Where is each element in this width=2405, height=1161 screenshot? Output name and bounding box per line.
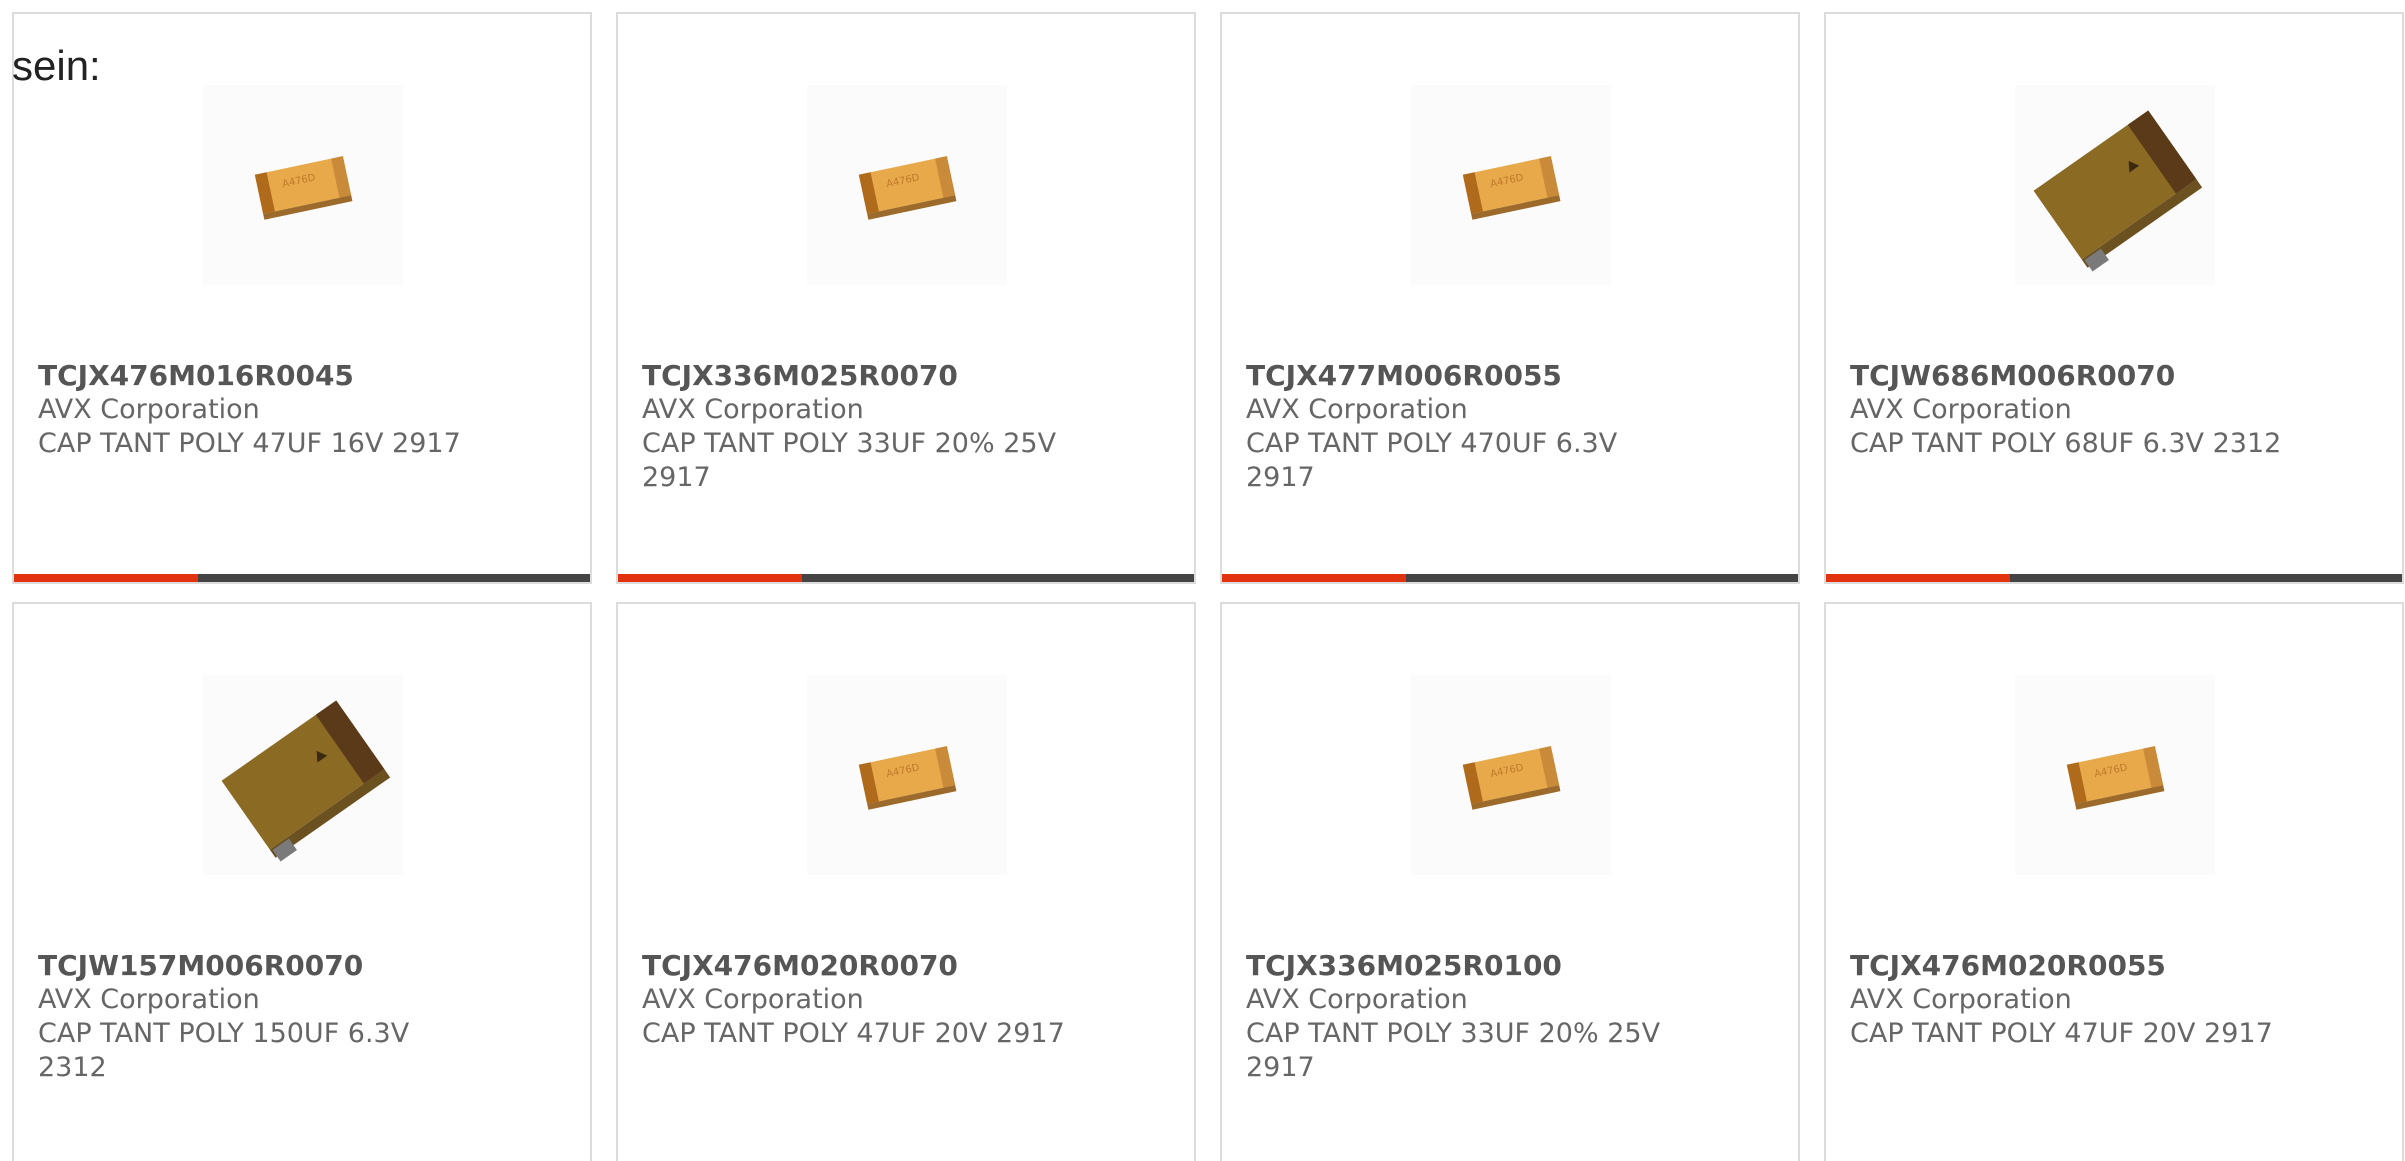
manufacturer: AVX Corporation: [1850, 984, 2072, 1015]
progress-bar-fill: [618, 574, 803, 582]
large-brown-capacitor-icon[interactable]: [203, 675, 403, 875]
part-number-link[interactable]: TCJW686M006R0070: [1850, 359, 2290, 393]
small-yellow-capacitor-icon[interactable]: A476D: [1411, 85, 1611, 285]
part-number-link[interactable]: TCJX476M016R0045: [38, 359, 478, 393]
intro-text: sein:: [12, 42, 101, 89]
manufacturer: AVX Corporation: [38, 394, 260, 425]
small-yellow-capacitor-icon[interactable]: A476D: [807, 675, 1007, 875]
product-card[interactable]: A476D TCJX336M025R0070 AVX Corporation C…: [616, 12, 1196, 584]
description: CAP TANT POLY 68UF 6.3V 2312: [1850, 428, 2282, 459]
part-number-link[interactable]: TCJX476M020R0055: [1850, 949, 2290, 983]
description: CAP TANT POLY 33UF 20% 25V 2917: [642, 428, 1057, 493]
manufacturer: AVX Corporation: [642, 394, 864, 425]
progress-bar: [618, 574, 1194, 582]
manufacturer: AVX Corporation: [642, 984, 864, 1015]
progress-bar: [1826, 574, 2402, 582]
manufacturer: AVX Corporation: [1850, 394, 2072, 425]
product-card[interactable]: TCJW686M006R0070 AVX Corporation CAP TAN…: [1824, 12, 2404, 584]
product-card[interactable]: TCJW157M006R0070 AVX Corporation CAP TAN…: [12, 602, 592, 1161]
progress-bar: [14, 574, 590, 582]
product-card[interactable]: A476D TCJX476M016R0045 AVX Corporation C…: [12, 12, 592, 584]
part-number-link[interactable]: TCJX336M025R0100: [1246, 949, 1686, 983]
manufacturer: AVX Corporation: [38, 984, 260, 1015]
manufacturer: AVX Corporation: [1246, 394, 1468, 425]
part-number-link[interactable]: TCJX476M020R0070: [642, 949, 1082, 983]
description: CAP TANT POLY 150UF 6.3V 2312: [38, 1018, 410, 1083]
progress-bar: [1222, 574, 1798, 582]
manufacturer: AVX Corporation: [1246, 984, 1468, 1015]
small-yellow-capacitor-icon[interactable]: A476D: [203, 85, 403, 285]
progress-bar-fill: [1222, 574, 1407, 582]
description: CAP TANT POLY 33UF 20% 25V 2917: [1246, 1018, 1661, 1083]
description: CAP TANT POLY 47UF 16V 2917: [38, 428, 461, 459]
small-yellow-capacitor-icon[interactable]: A476D: [1411, 675, 1611, 875]
part-number-link[interactable]: TCJX477M006R0055: [1246, 359, 1686, 393]
progress-bar-fill: [1826, 574, 2011, 582]
part-number-link[interactable]: TCJX336M025R0070: [642, 359, 1082, 393]
description: CAP TANT POLY 47UF 20V 2917: [1850, 1018, 2273, 1049]
product-card[interactable]: A476D TCJX476M020R0055 AVX Corporation C…: [1824, 602, 2404, 1161]
product-card[interactable]: A476D TCJX476M020R0070 AVX Corporation C…: [616, 602, 1196, 1161]
progress-bar-fill: [14, 574, 199, 582]
description: CAP TANT POLY 470UF 6.3V 2917: [1246, 428, 1618, 493]
product-card[interactable]: A476D TCJX336M025R0100 AVX Corporation C…: [1220, 602, 1800, 1161]
small-yellow-capacitor-icon[interactable]: A476D: [807, 85, 1007, 285]
description: CAP TANT POLY 47UF 20V 2917: [642, 1018, 1065, 1049]
small-yellow-capacitor-icon[interactable]: A476D: [2015, 675, 2215, 875]
large-brown-capacitor-icon[interactable]: [2015, 85, 2215, 285]
part-number-link[interactable]: TCJW157M006R0070: [38, 949, 478, 983]
product-card[interactable]: A476D TCJX477M006R0055 AVX Corporation C…: [1220, 12, 1800, 584]
